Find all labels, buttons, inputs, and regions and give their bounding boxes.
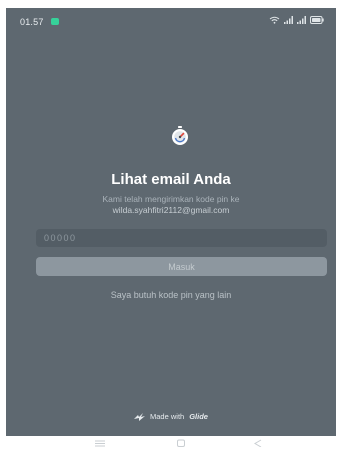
instruction-text: Kami telah mengirimkan kode pin ke wilda… <box>6 194 336 216</box>
recent-apps-icon[interactable] <box>94 439 106 447</box>
android-navigation-bar <box>0 436 343 449</box>
home-icon[interactable] <box>175 439 187 447</box>
glide-bolt-icon <box>134 412 146 421</box>
glide-app-logo-icon <box>172 126 188 145</box>
notification-app-icon <box>51 18 59 25</box>
resend-pin-link[interactable]: Saya butuh kode pin yang lain <box>6 290 336 300</box>
page-title: Lihat email Anda <box>111 171 231 188</box>
app-screen: 01.57 Lihat email Anda Kami telah mengir… <box>6 8 336 436</box>
wifi-icon <box>269 16 280 24</box>
battery-icon <box>310 16 324 24</box>
brand-name: Glide <box>189 412 208 421</box>
instruction-line: Kami telah mengirimkan kode pin ke <box>102 194 240 204</box>
status-icons <box>269 16 324 24</box>
masuk-button[interactable]: Masuk <box>36 257 327 276</box>
back-icon[interactable] <box>252 439 264 447</box>
recipient-email: wilda.syahfitri2112@gmail.com <box>112 205 230 215</box>
signal-icon <box>284 16 293 24</box>
pin-code-input[interactable] <box>36 229 327 247</box>
made-with-glide-badge[interactable]: Made with Glide <box>6 412 336 421</box>
status-bar: 01.57 <box>6 8 336 36</box>
status-time: 01.57 <box>20 17 44 27</box>
made-with-text: Made with <box>150 412 185 421</box>
signal-icon <box>297 16 306 24</box>
